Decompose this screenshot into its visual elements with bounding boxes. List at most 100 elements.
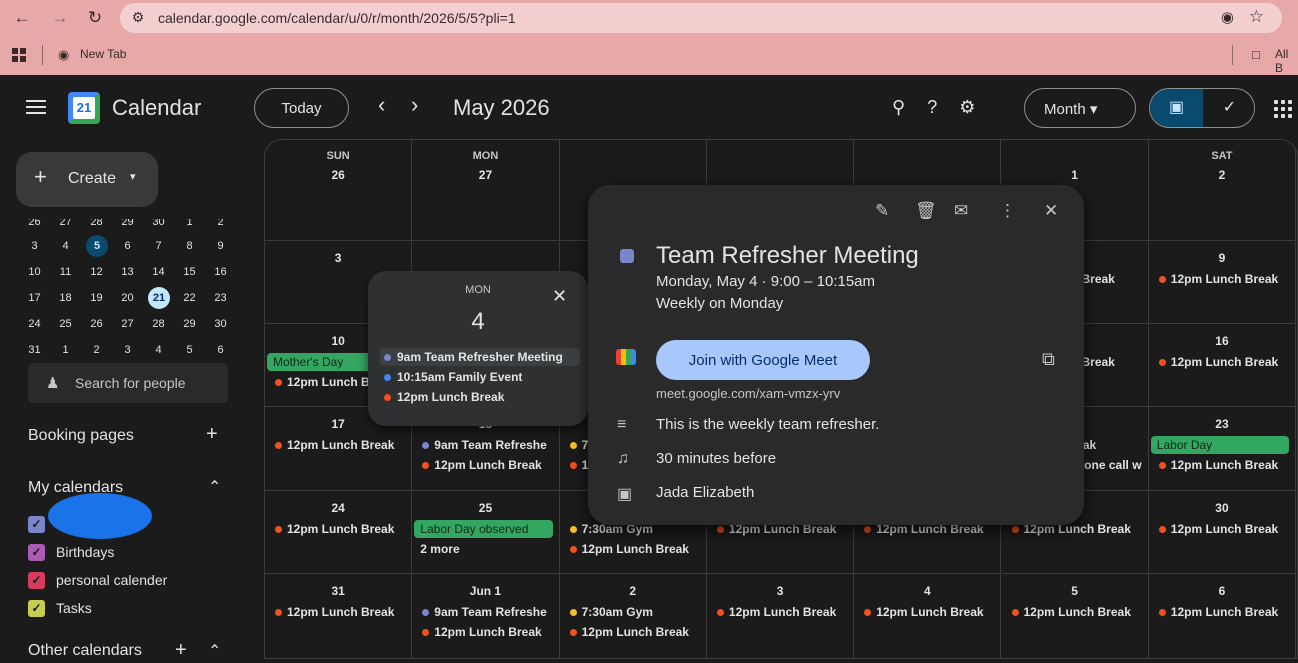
event-item[interactable]: 12pm Lunch Break [713, 603, 849, 621]
mini-calendar-day[interactable]: 29 [174, 311, 205, 337]
mini-calendar-day[interactable]: 17 [19, 285, 50, 311]
mini-calendar-day[interactable]: 31 [19, 337, 50, 363]
event-item[interactable]: 12pm Lunch Break [1155, 456, 1291, 474]
email-icon[interactable]: ✉ [954, 201, 968, 221]
meet-link[interactable]: meet.google.com/xam-vmzx-yrv [656, 386, 840, 401]
day-cell[interactable]: 16 12pm Lunch Break [1148, 324, 1297, 407]
mini-calendar-day[interactable]: 4 [143, 337, 174, 363]
mini-calendar-day[interactable]: 6 [112, 233, 143, 259]
day-cell[interactable]: 24 12pm Lunch Break [265, 491, 413, 574]
checkbox-icon[interactable]: ✓ [28, 544, 45, 561]
search-people-input[interactable]: ♟ Search for people [28, 363, 228, 403]
checkbox-icon[interactable]: ✓ [28, 572, 45, 589]
other-calendars-heading[interactable]: Other calendars [28, 642, 142, 660]
day-number[interactable]: 1 [1002, 168, 1148, 182]
main-menu-icon[interactable] [26, 100, 46, 114]
event-item[interactable]: 12pm Lunch Break [1155, 353, 1291, 371]
mini-calendar-day[interactable]: 25 [50, 311, 81, 337]
popup-event-item[interactable]: 10:15am Family Event [380, 368, 580, 386]
event-item[interactable]: 9am Team Refreshe [418, 436, 554, 454]
mini-calendar-day[interactable]: 24 [19, 311, 50, 337]
mini-calendar-day[interactable]: 21 [148, 287, 170, 309]
event-item[interactable]: 12pm Lunch Break [271, 436, 407, 454]
mini-calendar-day[interactable]: 14 [143, 259, 174, 285]
holiday-chip[interactable]: Labor Day observed [414, 520, 553, 538]
today-button[interactable]: Today [254, 88, 349, 128]
day-number[interactable]: 23 [1149, 417, 1295, 431]
day-number[interactable]: 5 [1002, 584, 1148, 598]
day-number[interactable]: 24 [265, 501, 411, 515]
day-number[interactable]: 4 [854, 584, 1000, 598]
add-other-calendar-icon[interactable]: + [175, 639, 187, 662]
day-number[interactable]: Jun 1 [412, 584, 558, 598]
mini-calendar-day[interactable]: 2 [81, 337, 112, 363]
day-cell[interactable]: 3 12pm Lunch Break [707, 574, 855, 658]
day-number[interactable]: 27 [412, 168, 558, 182]
checkbox-icon[interactable]: ✓ [28, 516, 45, 533]
mini-calendar-day[interactable]: 16 [205, 259, 236, 285]
day-cell[interactable]: 25 Labor Day observed 2 more [412, 491, 560, 574]
reload-icon[interactable]: ↻ [85, 8, 105, 28]
search-icon[interactable]: ⚲ [892, 97, 927, 117]
edit-icon[interactable]: ✎ [875, 201, 889, 221]
mini-calendar-day[interactable]: 5 [174, 337, 205, 363]
day-number[interactable]: 2 [560, 584, 706, 598]
extension-icon[interactable]: ◉ [1221, 8, 1234, 26]
bookmark-all[interactable]: All B [1275, 47, 1298, 75]
day-number[interactable]: 26 [265, 168, 411, 182]
day-cell[interactable]: 30 12pm Lunch Break [1148, 491, 1297, 574]
google-apps-icon[interactable] [1274, 100, 1292, 118]
mini-calendar-day[interactable]: 28 [143, 311, 174, 337]
mini-calendar-day[interactable]: 9 [205, 233, 236, 259]
mini-calendar-day[interactable]: 6 [205, 337, 236, 363]
day-cell[interactable]: 5 12pm Lunch Break [1002, 574, 1149, 658]
mini-calendar-day[interactable]: 30 [205, 311, 236, 337]
event-item[interactable]: 12pm Lunch Break [418, 623, 554, 641]
close-icon[interactable]: ✕ [552, 286, 567, 307]
mini-calendar-day[interactable]: 23 [205, 285, 236, 311]
apps-grid-icon[interactable] [12, 48, 26, 62]
day-number[interactable]: 3 [707, 584, 853, 598]
mini-calendar-day[interactable]: 7 [143, 233, 174, 259]
settings-icon[interactable]: ⚙ [959, 97, 997, 117]
mini-calendar-day[interactable]: 13 [112, 259, 143, 285]
back-icon[interactable]: ← [12, 8, 32, 28]
next-month-icon[interactable]: › [411, 94, 418, 116]
mini-calendar-day[interactable]: 18 [50, 285, 81, 311]
collapse-icon[interactable]: ⌃ [208, 641, 221, 661]
event-item[interactable]: 12pm Lunch Break [418, 456, 554, 474]
mini-calendar-day[interactable]: 26 [81, 311, 112, 337]
view-select[interactable]: Month ▾ [1024, 88, 1136, 128]
mini-calendar-day[interactable]: 22 [174, 285, 205, 311]
mini-calendar-day[interactable]: 3 [19, 233, 50, 259]
holiday-chip[interactable]: Labor Day [1150, 436, 1290, 454]
tasks-view-icon[interactable]: ✓ [1203, 89, 1254, 127]
delete-icon[interactable]: 🗑 [915, 201, 937, 221]
day-cell[interactable]: 9 12pm Lunch Break [1148, 241, 1297, 324]
collapse-icon[interactable]: ⌃ [208, 477, 221, 497]
mini-calendar-day[interactable]: 5 [86, 235, 108, 257]
mini-calendar-day[interactable]: 19 [81, 285, 112, 311]
day-cell[interactable]: SAT 2 [1148, 140, 1297, 241]
event-item[interactable]: 9am Team Refreshe [418, 603, 554, 621]
day-number[interactable]: 31 [265, 584, 411, 598]
checkbox-icon[interactable]: ✓ [28, 600, 45, 617]
mini-calendar-day[interactable]: 4 [50, 233, 81, 259]
day-cell[interactable]: MON 27 [412, 140, 560, 241]
day-cell[interactable]: 23 Labor Day 12pm Lunch Break [1148, 407, 1297, 491]
copy-icon[interactable]: ⧉ [1042, 349, 1055, 370]
event-item[interactable]: 7:30am Gym [566, 603, 702, 621]
mini-calendar-day[interactable]: 20 [112, 285, 143, 311]
mini-calendar-day[interactable]: 3 [112, 337, 143, 363]
day-number[interactable]: 9 [1149, 251, 1295, 265]
day-cell[interactable]: Jun 1 9am Team Refreshe 12pm Lunch Break [412, 574, 560, 658]
more-events-link[interactable]: 2 more [420, 542, 459, 556]
close-icon[interactable]: ✕ [1044, 201, 1058, 221]
event-item[interactable]: 12pm Lunch Break [1155, 520, 1291, 538]
calendar-list-item[interactable]: ✓ Tasks [28, 599, 92, 619]
mini-calendar-day[interactable]: 8 [174, 233, 205, 259]
mini-calendar-day[interactable]: 10 [19, 259, 50, 285]
prev-month-icon[interactable]: ‹ [378, 94, 385, 116]
event-item[interactable]: 12pm Lunch Break [271, 520, 407, 538]
calendar-list-item[interactable]: ✓ Birthdays [28, 543, 114, 563]
